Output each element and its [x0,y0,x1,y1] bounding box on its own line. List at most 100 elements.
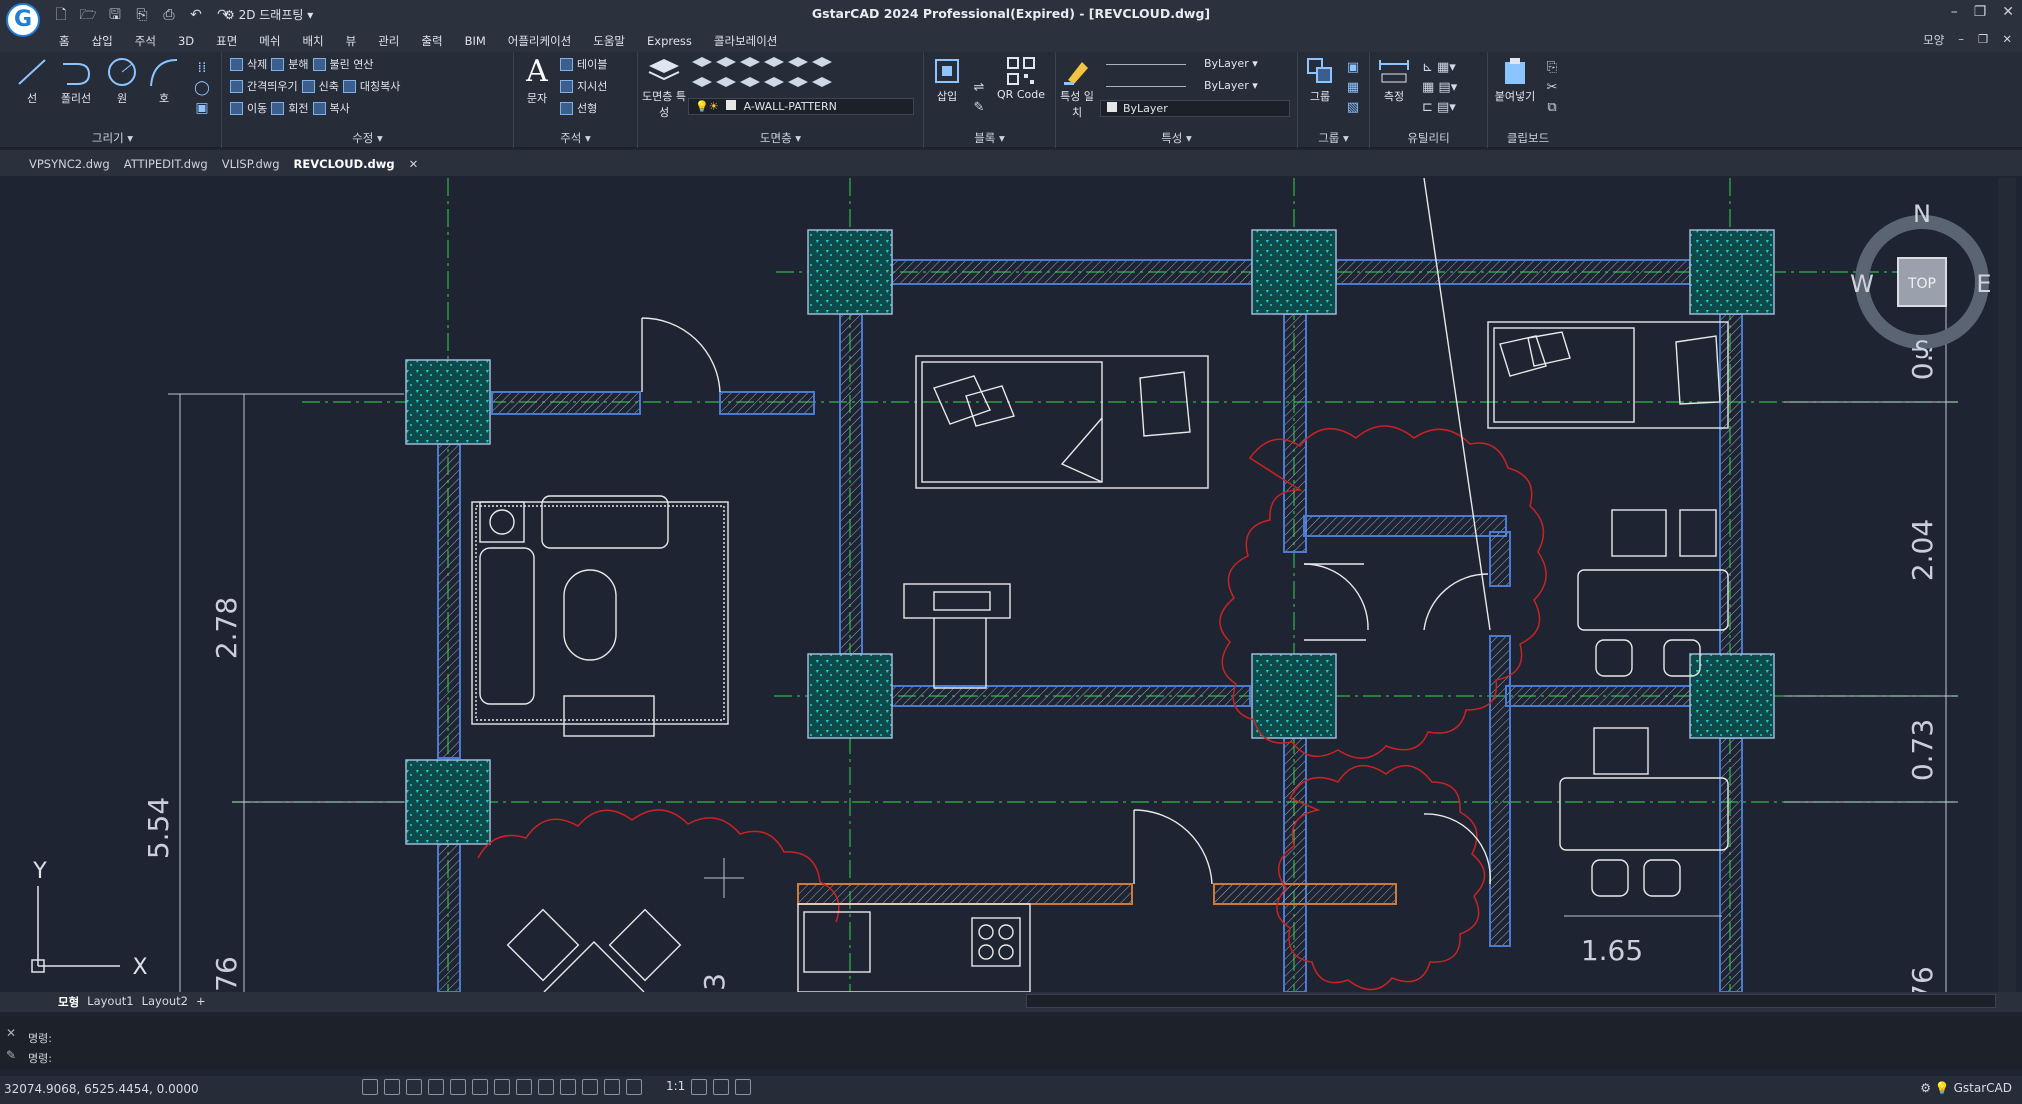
vertical-scrollbar[interactable] [1998,178,2016,992]
grid-toggle-icon[interactable] [362,1079,378,1095]
polyline-tool[interactable]: 폴리선 [54,56,98,106]
clipboard-tools[interactable]: ⎘ ✂ ⧉ [1542,58,1562,118]
tab-express[interactable]: Express [636,32,703,50]
block-edit-tools[interactable]: ⇌ ✎ [968,78,990,118]
layers-panel-title[interactable]: 도면층 ▾ [638,130,923,146]
tab-help[interactable]: 도움말 [582,32,636,50]
match-properties-tool[interactable]: 특성 일치 [1060,56,1094,120]
utility-tools[interactable]: ⊾ ▦▾ ▦ ▤▾ ⊏ ▤▾ [1422,58,1482,118]
tab-view[interactable]: 뷰 [335,32,368,50]
tab-layout2[interactable]: Layout2 [142,994,188,1010]
table-status-icon[interactable] [735,1079,752,1095]
doc-restore-button[interactable]: ❐ [1978,32,1988,48]
paste-tool[interactable]: 붙여넣기 [1490,56,1540,104]
tab-home[interactable]: 홈 [48,32,81,50]
tab-annotate[interactable]: 주석 [124,32,167,50]
current-layer-select[interactable]: 💡☀ A-WALL-PATTERN [688,98,914,115]
modify-panel-title[interactable]: 수정 ▾ [222,130,513,146]
file-tab-vlisp[interactable]: VLISP.dwg [215,155,287,173]
osnap-toggle-icon[interactable] [450,1079,466,1095]
command-edit-icon[interactable]: ✎ [6,1048,16,1062]
explode-button[interactable]: 분해 [288,56,308,72]
tab-bim[interactable]: BIM [454,32,497,50]
erase-button[interactable]: 삭제 [247,56,267,72]
horizontal-scrollbar[interactable] [1026,994,1996,1008]
mirror-button[interactable]: 대칭복사 [360,78,400,94]
transparency-toggle-icon[interactable] [560,1079,576,1095]
leader-button[interactable]: 지시선 [560,78,607,94]
draw-panel-title[interactable]: 그리기 ▾ [4,130,221,146]
properties-panel-title[interactable]: 특성 ▾ [1056,130,1297,146]
insert-block-tool[interactable]: 삽입 [930,56,964,104]
measure-tool[interactable]: 측정 [1374,56,1414,104]
file-tab-attipedit[interactable]: ATTIPEDIT.dwg [117,155,215,173]
snap-toggle-icon[interactable] [384,1079,400,1095]
file-tab-revcloud[interactable]: REVCLOUD.dwg [287,155,402,173]
move-button[interactable]: 이동 [247,100,267,116]
ducs-toggle-icon[interactable] [494,1079,510,1095]
doc-close-button[interactable]: ✕ [2002,32,2012,48]
maximize-button[interactable]: ❐ [1974,4,1987,20]
layer-properties-tool[interactable]: 도면층 특성 [642,56,686,120]
circle-tool[interactable]: 원 [102,56,142,106]
group-tool[interactable]: 그룹 [1302,56,1338,104]
group-edit-tools[interactable]: ▣ ▦ ▧ [1342,58,1364,118]
tab-model[interactable]: 모형 [58,994,79,1010]
tab-application[interactable]: 어플리케이션 [497,32,582,50]
ortho-toggle-icon[interactable] [406,1079,422,1095]
table-button[interactable]: 테이블 [560,56,607,72]
tab-surface[interactable]: 표면 [205,32,248,50]
minimize-button[interactable]: – [1951,4,1958,20]
qr-code-tool[interactable]: QR Code [996,56,1046,101]
close-file-tab-icon[interactable]: ✕ [402,155,426,173]
isolate-icon[interactable]: 💡 [1935,1081,1950,1095]
doc-minimize-button[interactable]: – [1958,32,1964,48]
tab-layout1[interactable]: Layout1 [87,994,133,1010]
auto-scale-icon[interactable] [713,1079,730,1095]
boolean-button[interactable]: 불린 연산 [330,56,374,72]
command-close-icon[interactable]: ✕ [6,1026,16,1040]
command-line[interactable]: ✕ ✎ 명령: 명령: [0,1016,2022,1070]
file-tab-vpsync2[interactable]: VPSYNC2.dwg [22,155,117,173]
text-tool[interactable]: A 문자 [520,56,554,106]
layer-tools-grid[interactable] [688,56,888,98]
stretch-button[interactable]: 신축 [319,78,339,94]
utilities-panel-title[interactable]: 유틸리티 [1370,130,1487,146]
tab-layout[interactable]: 배치 [291,32,334,50]
selection-cycling-icon[interactable] [582,1079,598,1095]
drawing-canvas[interactable]: 2.78 5.54 2.04 0.73 1.65 0.5 76 3 76 Y X… [4,178,1998,992]
settings-gear-icon[interactable]: ⚙ [1920,1081,1931,1095]
tab-3d[interactable]: 3D [167,32,205,50]
draw-more-tools[interactable]: ⁞⁞ ◯ ▣ [188,58,216,118]
linear-dim-button[interactable]: 선형 [560,100,597,116]
tab-mesh[interactable]: 메쉬 [248,32,291,50]
polar-toggle-icon[interactable] [428,1079,444,1095]
floor-plan-drawing[interactable]: 2.78 5.54 2.04 0.73 1.65 0.5 76 3 76 Y X… [4,178,1998,992]
tab-collaboration[interactable]: 콜라보레이션 [703,32,788,50]
annotation-panel-title[interactable]: 주석 ▾ [514,130,637,146]
viewcube[interactable]: TOP N S E W [1850,200,1991,364]
lineweight-select[interactable]: ByLayer [1100,100,1290,117]
linetype-select[interactable]: ByLayer ▾ [1100,78,1290,95]
annotation-visibility-icon[interactable] [691,1079,708,1095]
add-layout-button[interactable]: + [196,994,206,1010]
annotation-scale[interactable]: 1:1 [666,1079,685,1095]
command-input[interactable]: 명령: [28,1050,52,1066]
3d-osnap-icon[interactable] [604,1079,620,1095]
clipboard-panel-title[interactable]: 클립보드 [1488,130,1568,146]
close-button[interactable]: ✕ [2002,4,2014,20]
line-tool[interactable]: 선 [12,56,52,106]
offset-button[interactable]: 간격띄우기 [247,78,298,94]
tab-insert[interactable]: 삽입 [81,32,124,50]
block-panel-title[interactable]: 블록 ▾ [924,130,1055,146]
app-logo-icon[interactable]: G [6,3,40,37]
lineweight-toggle-icon[interactable] [538,1079,554,1095]
arc-tool[interactable]: 호 [144,56,184,106]
copy-button[interactable]: 복사 [330,100,350,116]
color-select[interactable]: ByLayer ▾ [1100,56,1290,73]
rotate-button[interactable]: 회전 [288,100,308,116]
group-panel-title[interactable]: 그룹 ▾ [1298,130,1369,146]
appearance-menu[interactable]: 모양 [1923,32,1944,48]
tab-output[interactable]: 출력 [410,32,453,50]
dyn-toggle-icon[interactable] [516,1079,532,1095]
